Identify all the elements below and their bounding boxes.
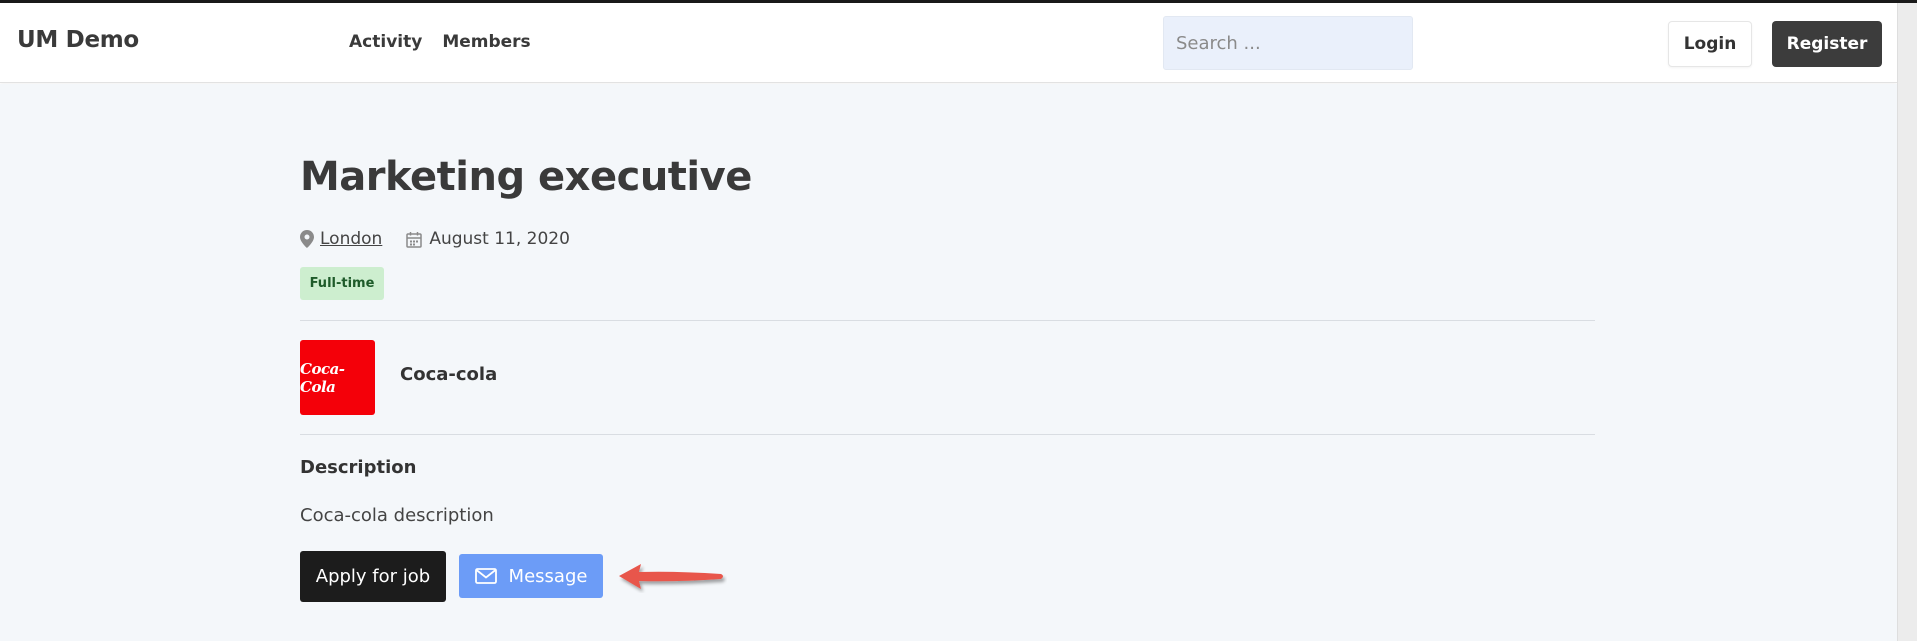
divider xyxy=(300,434,1595,435)
envelope-icon xyxy=(474,568,497,584)
site-header: UM Demo Activity Members Login Register xyxy=(0,3,1897,83)
map-marker-icon xyxy=(300,230,314,248)
search-input[interactable] xyxy=(1163,16,1413,70)
company-logo[interactable]: Coca-Cola xyxy=(300,340,375,415)
annotation-arrow-icon xyxy=(619,564,723,589)
company-name[interactable]: Coca-cola xyxy=(400,364,497,385)
main-nav: Activity Members xyxy=(349,32,531,52)
job-meta: London August 11, 2020 xyxy=(300,229,570,249)
location-link[interactable]: London xyxy=(320,229,382,249)
apply-button[interactable]: Apply for job xyxy=(300,551,446,602)
divider xyxy=(300,320,1595,321)
brand-logo[interactable]: UM Demo xyxy=(17,27,139,53)
page-title: Marketing executive xyxy=(300,154,752,200)
message-button[interactable]: Message xyxy=(459,554,603,598)
calendar-icon xyxy=(406,231,423,248)
job-type-badge: Full-time xyxy=(300,267,384,300)
register-button[interactable]: Register xyxy=(1772,21,1882,67)
job-detail: Marketing executive London August 11, 20… xyxy=(0,84,1897,641)
vertical-scrollbar[interactable] xyxy=(1897,3,1917,641)
nav-members[interactable]: Members xyxy=(442,32,530,52)
posted-date: August 11, 2020 xyxy=(429,229,570,249)
message-button-label: Message xyxy=(508,565,588,587)
description-text: Coca-cola description xyxy=(300,505,494,526)
description-heading: Description xyxy=(300,457,417,478)
login-button[interactable]: Login xyxy=(1668,21,1752,67)
nav-activity[interactable]: Activity xyxy=(349,32,422,52)
